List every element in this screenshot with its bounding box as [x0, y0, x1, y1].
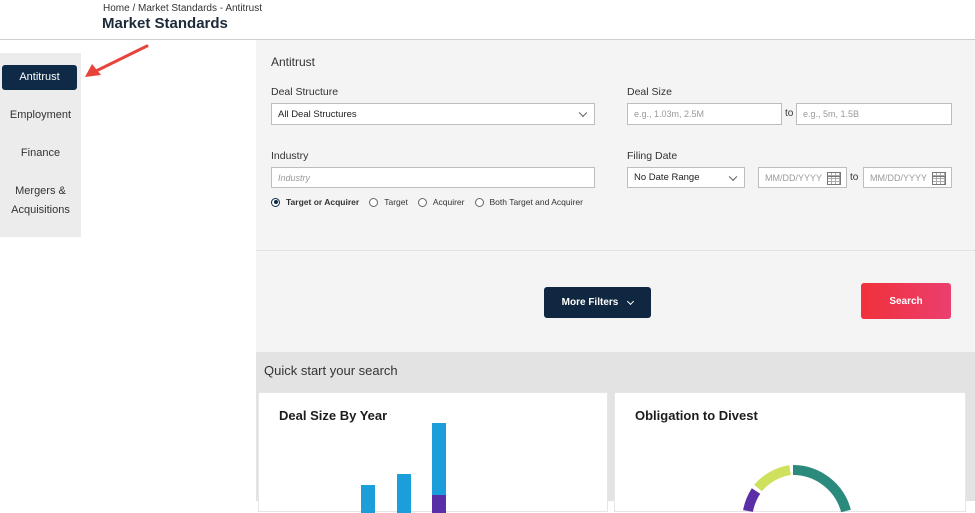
deal-structure-select[interactable]: All Deal Structures [271, 103, 595, 125]
chevron-down-icon [728, 172, 738, 181]
filter-panel: Antitrust Deal Structure All Deal Struct… [256, 40, 975, 513]
radio-unchecked-icon [417, 197, 427, 207]
chevron-down-icon [578, 108, 588, 118]
obligation-donut-chart [743, 465, 851, 513]
radio-label: Acquirer [432, 197, 465, 207]
quick-start-section: Quick start your search Deal Size By Yea… [256, 352, 975, 513]
filing-date-range-select[interactable]: No Date Range [627, 167, 745, 188]
more-filters-label: More Filters [561, 297, 619, 308]
radio-target-or-acquirer[interactable]: Target or Acquirer [271, 197, 359, 207]
search-button[interactable]: Search [861, 283, 951, 319]
sidebar-item-label: Mergers & [15, 185, 66, 197]
more-filters-button[interactable]: More Filters [544, 287, 651, 318]
radio-target[interactable]: Target [369, 197, 408, 207]
deal-size-to-label: to [785, 108, 794, 119]
breadcrumb-current: Antitrust [225, 3, 262, 14]
radio-acquirer[interactable]: Acquirer [417, 197, 465, 207]
quick-start-title: Quick start your search [264, 363, 398, 378]
deal-size-label: Deal Size [627, 86, 672, 98]
chart-bar [397, 474, 411, 513]
radio-checked-icon [271, 197, 280, 207]
chevron-down-icon [627, 297, 635, 305]
deal-size-bar-chart [361, 423, 446, 513]
page-title: Market Standards [102, 15, 228, 32]
filing-date-range-value: No Date Range [634, 172, 700, 183]
radio-both-target-and-acquirer[interactable]: Both Target and Acquirer [474, 197, 583, 207]
deal-structure-label: Deal Structure [271, 86, 339, 98]
filing-date-to-input[interactable]: MM/DD/YYYY [863, 167, 952, 188]
breadcrumb: Home / Market Standards - Antitrust [103, 3, 262, 14]
breadcrumb-home-link[interactable]: Home [103, 3, 130, 14]
obligation-to-divest-card[interactable]: Obligation to Divest [614, 392, 966, 513]
radio-unchecked-icon [474, 197, 484, 207]
sidebar-item-antitrust[interactable]: Antitrust [2, 65, 77, 90]
radio-label: Target or Acquirer [286, 197, 360, 207]
filing-date-to-placeholder: MM/DD/YYYY [870, 172, 928, 183]
filing-date-to-label: to [850, 172, 859, 183]
filing-date-from-input[interactable]: MM/DD/YYYY [758, 167, 847, 188]
chart-bar-segment [432, 495, 446, 513]
sidebar-item-employment[interactable]: Employment [0, 106, 81, 125]
donut-segment [743, 488, 761, 513]
section-title: Antitrust [271, 55, 316, 69]
deal-size-by-year-card[interactable]: Deal Size By Year [258, 392, 608, 513]
breadcrumb-separator: / [129, 3, 139, 14]
party-role-radio-group: Target or Acquirer Target Acquirer Both … [271, 197, 593, 207]
radio-unchecked-icon [369, 197, 379, 207]
filing-date-from-placeholder: MM/DD/YYYY [765, 172, 823, 183]
calendar-icon[interactable] [827, 172, 841, 185]
radio-label: Both Target and Acquirer [489, 197, 583, 207]
page-header: Home / Market Standards - Antitrust Mark… [0, 0, 975, 40]
industry-input[interactable]: Industry [271, 167, 595, 188]
calendar-icon[interactable] [932, 172, 946, 185]
radio-label: Target [384, 197, 408, 207]
deal-size-min-input[interactable]: e.g., 1.03m, 2.5M [627, 103, 782, 125]
sidebar: Antitrust Employment Finance Mergers & A… [0, 53, 81, 237]
sidebar-item-label: Acquisitions [11, 204, 70, 216]
annotation-arrow-icon [85, 44, 149, 77]
deal-size-max-input[interactable]: e.g., 5m, 1.5B [796, 103, 952, 125]
sidebar-item-mergers-acquisitions[interactable]: Mergers & Acquisitions [0, 182, 81, 220]
chart-bar [432, 423, 446, 495]
chart-bar [361, 485, 375, 513]
filing-date-label: Filing Date [627, 150, 678, 162]
industry-label: Industry [271, 150, 309, 162]
deal-structure-value: All Deal Structures [278, 108, 357, 120]
sidebar-item-finance[interactable]: Finance [0, 144, 81, 163]
donut-segment [792, 465, 851, 513]
divider [256, 250, 975, 251]
donut-segment [754, 465, 792, 492]
breadcrumb-section-link[interactable]: Market Standards [138, 3, 217, 14]
